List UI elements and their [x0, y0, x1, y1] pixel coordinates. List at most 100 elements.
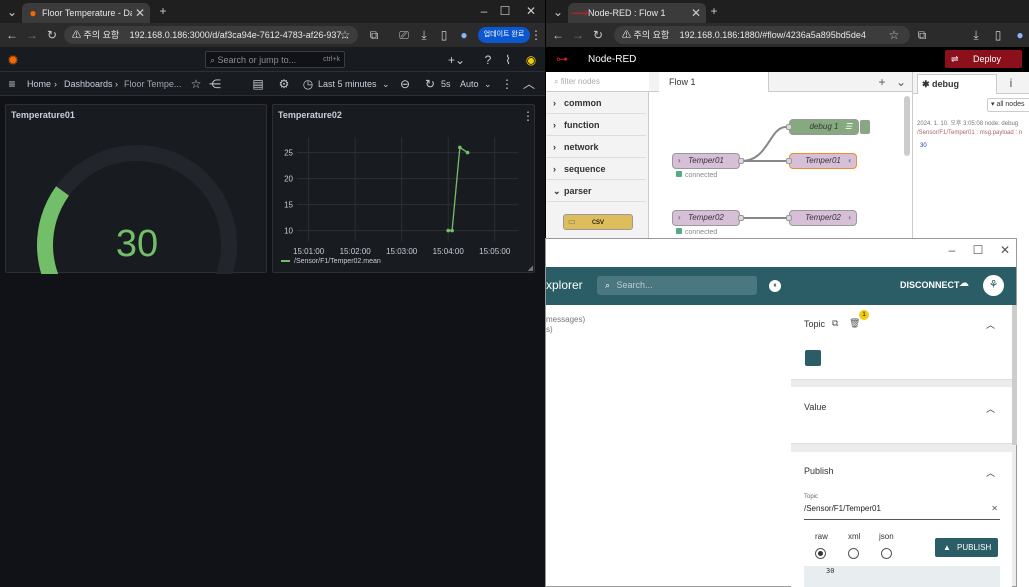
- mqtt-in1-output-port[interactable]: [738, 158, 744, 164]
- mqtt-out1-input-port[interactable]: [786, 158, 792, 164]
- all-nodes-filter[interactable]: ▾ all nodes: [987, 98, 1029, 112]
- tab-list-icon[interactable]: ⌄: [4, 4, 20, 20]
- pause-button[interactable]: ⏸: [769, 280, 781, 292]
- minimize-icon[interactable]: –: [476, 3, 492, 19]
- share-icon[interactable]: ⋲: [207, 76, 223, 92]
- reload-icon[interactable]: ↻: [44, 27, 60, 43]
- debug-input-port[interactable]: [786, 124, 792, 130]
- debug-toggle-button[interactable]: [860, 120, 870, 134]
- mqtt-in-temper01[interactable]: ◗ Temper01: [672, 153, 740, 169]
- back-icon[interactable]: ←: [4, 27, 20, 43]
- mqtt-in-temper02[interactable]: ◗ Temper02: [672, 210, 740, 226]
- mqtt-out-temper01[interactable]: Temper01 ◖: [789, 153, 857, 169]
- cast-icon[interactable]: ⎚: [396, 27, 412, 43]
- resize-handle-icon[interactable]: ◢: [528, 264, 533, 272]
- menu-icon[interactable]: ≡: [4, 76, 20, 92]
- palette-category-sequence[interactable]: › sequence: [546, 158, 646, 180]
- close-tab-icon[interactable]: ✕: [132, 5, 148, 21]
- deploy-button[interactable]: ⇌ Deploy: [945, 50, 1022, 68]
- topic-expand-icon[interactable]: ︿: [986, 318, 995, 331]
- refresh-mode[interactable]: Auto: [460, 72, 479, 96]
- legend-item[interactable]: /Sensor/F1/Temper02.mean: [281, 258, 381, 265]
- app-logo-icon[interactable]: ⚘: [983, 275, 1004, 296]
- delete-icon[interactable]: 🗑: [849, 318, 860, 329]
- update-button[interactable]: 업데이트 완료: [478, 27, 530, 43]
- settings-gear-icon[interactable]: ⚙: [276, 76, 292, 92]
- profile-icon[interactable]: ●: [1012, 27, 1028, 43]
- close-window-icon[interactable]: ✕: [523, 3, 539, 19]
- grafana-tab[interactable]: ● Floor Temperature - Dashboard ✕: [22, 3, 150, 23]
- mqtt-in2-output-port[interactable]: [738, 215, 744, 221]
- value-expand-icon[interactable]: ︿: [986, 402, 995, 415]
- back-icon[interactable]: ←: [550, 27, 566, 43]
- close-tab-icon[interactable]: ✕: [688, 5, 704, 21]
- payload-editor[interactable]: 30: [804, 566, 1000, 587]
- help-icon[interactable]: ?: [480, 52, 496, 68]
- time-range-picker[interactable]: Last 5 minutes: [318, 72, 377, 96]
- search-input[interactable]: ⌕ Search or jump to... ctrl+k: [205, 51, 345, 68]
- refresh-interval[interactable]: 5s: [441, 72, 451, 96]
- sidepanel-icon[interactable]: ▯: [990, 27, 1006, 43]
- minimize-icon[interactable]: –: [944, 242, 960, 258]
- extensions-icon[interactable]: ⧉: [366, 27, 382, 43]
- refresh-icon[interactable]: ↻: [422, 76, 438, 92]
- workspace-scrollbar[interactable]: [904, 96, 910, 156]
- profile-icon[interactable]: ●: [456, 27, 472, 43]
- palette-filter[interactable]: ⌕ filter nodes: [546, 72, 649, 92]
- palette-category-parser[interactable]: ⌄ parser: [546, 180, 646, 202]
- url-bar[interactable]: ⚠ 주의 요함 192.168.0.186:3000/d/af3ca94e-76…: [64, 26, 358, 44]
- more-options-icon[interactable]: ⋮: [499, 76, 515, 92]
- breadcrumb-dashboards[interactable]: Dashboards: [64, 72, 113, 96]
- time-range-chevron-icon[interactable]: ⌄: [382, 72, 390, 96]
- format-xml-radio[interactable]: [848, 548, 859, 559]
- info-icon[interactable]: i: [1003, 75, 1019, 91]
- copy-icon[interactable]: ⧉: [832, 318, 838, 329]
- palette-node-csv[interactable]: ▭ csv: [563, 214, 633, 230]
- publish-expand-icon[interactable]: ︿: [986, 466, 995, 479]
- grafana-logo-icon[interactable]: ✹: [5, 52, 21, 68]
- topic-search-input[interactable]: ⌕ Search...: [597, 276, 757, 295]
- tab-list-icon[interactable]: ⌄: [550, 4, 566, 20]
- save-icon[interactable]: ▤: [250, 76, 266, 92]
- new-tab-icon[interactable]: +: [155, 3, 171, 19]
- url-bar[interactable]: ⚠ 주의 요함 192.168.0.186:1880/#flow/4236a5a…: [614, 26, 910, 44]
- sidebar-tab-debug[interactable]: ✱ debug: [917, 74, 997, 94]
- rss-icon[interactable]: ⌇: [500, 52, 516, 68]
- browser-menu-icon[interactable]: ⋮: [528, 27, 544, 43]
- debug-node[interactable]: debug 1 ☰: [789, 119, 859, 135]
- disconnect-button[interactable]: DISCONNECT: [900, 280, 960, 290]
- new-tab-icon[interactable]: +: [706, 3, 722, 19]
- star-icon[interactable]: ☆: [188, 76, 204, 92]
- mqtt-out2-input-port[interactable]: [786, 215, 792, 221]
- bookmark-star-icon[interactable]: ☆: [337, 27, 353, 43]
- publish-button[interactable]: ▲ PUBLISH: [935, 538, 998, 557]
- format-raw-radio[interactable]: [815, 548, 826, 559]
- format-json-radio[interactable]: [881, 548, 892, 559]
- forward-icon[interactable]: →: [24, 27, 40, 43]
- reload-icon[interactable]: ↻: [590, 27, 606, 43]
- mqtt-scrollbar[interactable]: [1012, 305, 1017, 445]
- user-avatar-icon[interactable]: ◉: [523, 52, 539, 68]
- palette-category-function[interactable]: › function: [546, 114, 646, 136]
- clear-icon[interactable]: ✕: [991, 504, 998, 513]
- palette-category-network[interactable]: › network: [546, 136, 646, 158]
- zoom-out-icon[interactable]: ⊖: [397, 76, 413, 92]
- node-label: Temper01: [688, 156, 724, 165]
- maximize-icon[interactable]: ☐: [497, 3, 513, 19]
- mqtt-out-temper02[interactable]: Temper02 ◖: [789, 210, 857, 226]
- add-icon[interactable]: +⌄: [448, 52, 465, 68]
- bookmark-star-icon[interactable]: ☆: [886, 27, 902, 43]
- breadcrumb-home[interactable]: Home: [27, 72, 51, 96]
- extensions-icon[interactable]: ⧉: [914, 27, 930, 43]
- nodered-tab[interactable]: ⟿ Node-RED : Flow 1 ✕: [568, 3, 706, 23]
- collapse-icon[interactable]: ︿: [521, 76, 537, 92]
- palette-category-common[interactable]: › common: [546, 92, 646, 114]
- maximize-icon[interactable]: ☐: [970, 242, 986, 258]
- close-window-icon[interactable]: ✕: [997, 242, 1013, 258]
- refresh-chevron-icon[interactable]: ⌄: [484, 72, 492, 96]
- forward-icon[interactable]: →: [570, 27, 586, 43]
- download-icon[interactable]: ⤓: [416, 27, 432, 43]
- publish-topic-input[interactable]: /Sensor/F1/Temper01 ✕: [804, 504, 1000, 520]
- sidepanel-icon[interactable]: ▯: [436, 27, 452, 43]
- download-icon[interactable]: ⤓: [968, 27, 984, 43]
